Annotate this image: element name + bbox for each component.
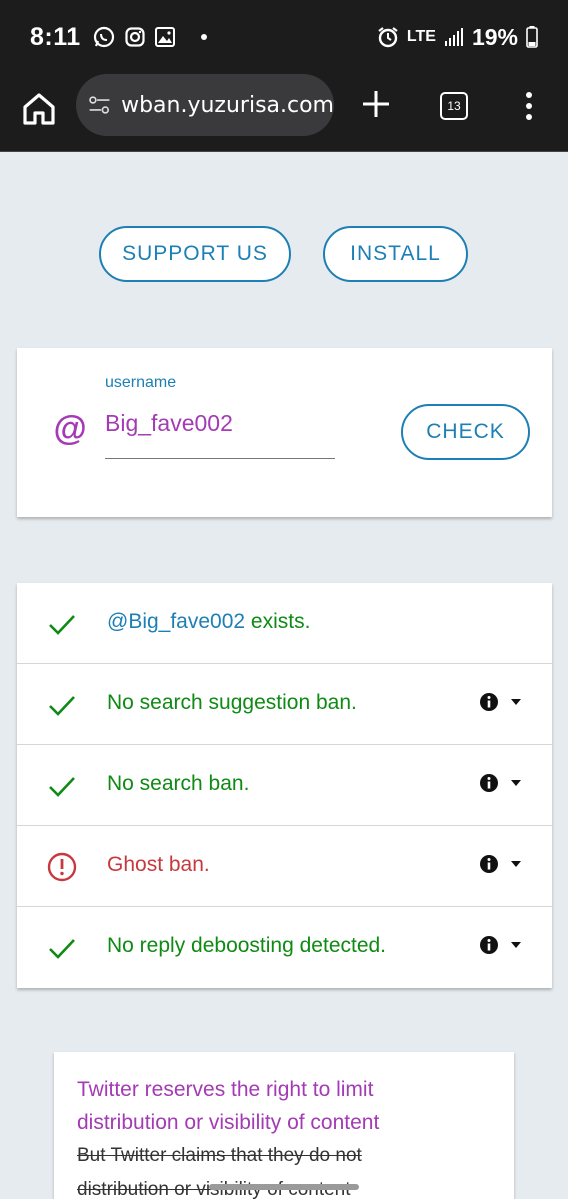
result-handle-link[interactable]: @Big_fave002 bbox=[107, 610, 245, 633]
result-row-ghost-ban[interactable]: Ghost ban. bbox=[17, 826, 552, 907]
info-icon[interactable] bbox=[479, 692, 499, 712]
result-text: No search suggestion ban. bbox=[107, 691, 357, 714]
url-text[interactable]: wban.yuzurisa.com bbox=[121, 93, 334, 118]
result-row-reply-deboosting[interactable]: No reply deboosting detected. bbox=[17, 907, 552, 988]
browser-toolbar: wban.yuzurisa.com 13 bbox=[0, 74, 568, 152]
result-text: No reply deboosting detected. bbox=[107, 934, 387, 957]
chevron-down-icon[interactable] bbox=[511, 698, 521, 706]
home-icon[interactable] bbox=[20, 90, 58, 128]
gallery-icon bbox=[154, 27, 175, 47]
check-button[interactable]: CHECK bbox=[401, 404, 530, 460]
status-time: 8:11 bbox=[30, 22, 81, 51]
chevron-down-icon[interactable] bbox=[511, 860, 521, 868]
input-underline bbox=[105, 458, 335, 459]
site-settings-icon[interactable] bbox=[88, 93, 111, 117]
username-card: @ username Big_fave002 CHECK bbox=[17, 348, 552, 517]
check-icon bbox=[49, 615, 75, 635]
install-button[interactable]: INSTALL bbox=[323, 226, 468, 282]
more-menu-icon[interactable] bbox=[524, 90, 534, 122]
chevron-down-icon[interactable] bbox=[511, 779, 521, 787]
gesture-bar[interactable] bbox=[209, 1184, 359, 1190]
info-icon[interactable] bbox=[479, 773, 499, 793]
username-label: username bbox=[105, 374, 177, 391]
notice-line-1: Twitter reserves the right to limit bbox=[77, 1078, 374, 1101]
support-us-button[interactable]: SUPPORT US bbox=[99, 226, 291, 282]
warning-circle-icon bbox=[47, 852, 77, 882]
network-type: LTE bbox=[406, 28, 436, 45]
chevron-down-icon[interactable] bbox=[511, 941, 521, 949]
result-text: @Big_fave002 exists. bbox=[107, 610, 311, 633]
info-icon[interactable] bbox=[479, 935, 499, 955]
notice-strike-1: But Twitter claims that they do not bbox=[77, 1145, 362, 1166]
battery-percent: 19% bbox=[471, 23, 518, 50]
new-tab-icon[interactable] bbox=[360, 88, 392, 120]
result-text: No search ban. bbox=[107, 772, 250, 795]
notice-card: Twitter reserves the right to limit dist… bbox=[54, 1052, 514, 1199]
username-input[interactable]: Big_fave002 bbox=[105, 410, 233, 437]
url-bar[interactable]: wban.yuzurisa.com bbox=[76, 74, 334, 136]
check-icon bbox=[49, 777, 75, 797]
whatsapp-icon bbox=[93, 26, 114, 48]
tab-count: 13 bbox=[447, 99, 461, 113]
signal-icon bbox=[444, 28, 463, 46]
status-bar: 8:11 LTE 19% bbox=[0, 0, 568, 74]
tab-switcher-button[interactable]: 13 bbox=[440, 92, 468, 120]
notice-line-2: distribution or visibility of content bbox=[77, 1111, 380, 1134]
battery-icon bbox=[526, 26, 538, 48]
at-prefix: @ bbox=[53, 410, 87, 448]
result-row-search-ban[interactable]: No search ban. bbox=[17, 745, 552, 826]
alarm-icon bbox=[378, 27, 398, 48]
check-icon bbox=[49, 939, 75, 959]
results-list: @Big_fave002 exists. No search suggestio… bbox=[17, 583, 552, 988]
result-text: Ghost ban. bbox=[107, 853, 210, 876]
result-row-exists: @Big_fave002 exists. bbox=[17, 583, 552, 664]
info-icon[interactable] bbox=[479, 854, 499, 874]
instagram-icon bbox=[125, 27, 145, 47]
dot-icon bbox=[200, 34, 207, 40]
result-row-search-suggestion[interactable]: No search suggestion ban. bbox=[17, 664, 552, 745]
check-icon bbox=[49, 696, 75, 716]
